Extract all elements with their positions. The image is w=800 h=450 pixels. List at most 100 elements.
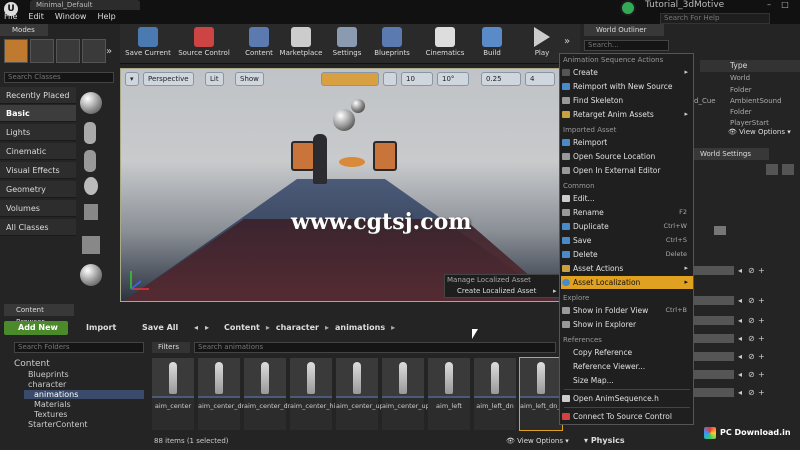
help-search-input[interactable]: Search For Help <box>660 13 770 24</box>
level-viewport[interactable]: ▾ Perspective Lit Show 10 10° 0.25 4 www… <box>120 68 560 302</box>
folder-animations[interactable]: animations <box>24 390 144 399</box>
menu-item-connect-source-control[interactable]: Connect To Source Control <box>561 410 693 423</box>
chair-left[interactable] <box>291 141 315 171</box>
property-row[interactable]: ◂ ⊘ + <box>694 370 800 381</box>
create-localized-asset-item[interactable]: Create Localized Asset <box>457 287 536 295</box>
source-control-status-icon[interactable] <box>620 0 636 16</box>
blueprints-button[interactable]: Blueprints <box>372 26 412 62</box>
category-recently-placed[interactable]: Recently Placed <box>0 87 76 104</box>
asset-tile[interactable]: aim_left <box>428 358 470 430</box>
asset-tile[interactable]: aim_center_dn <box>198 358 246 430</box>
pawn-icon[interactable] <box>84 122 96 144</box>
character-icon[interactable] <box>84 150 96 172</box>
landscape-mode-icon[interactable] <box>56 39 80 63</box>
world-outliner-tab[interactable]: World Outliner <box>584 24 664 36</box>
menu-item-retarget[interactable]: Retarget Anim Assets ▸ <box>561 108 693 121</box>
content-browser-tab[interactable]: Content Browser <box>4 304 74 326</box>
menu-item-open-header[interactable]: Open AnimSequence.h <box>561 392 693 405</box>
chrome-sphere-small[interactable] <box>351 99 365 113</box>
folder-character[interactable]: character <box>28 380 66 389</box>
asset-tile[interactable]: aim_left_dn <box>474 358 516 430</box>
sphere-icon[interactable] <box>80 92 102 114</box>
search-classes-input[interactable]: Search Classes <box>4 72 114 83</box>
category-cinematic[interactable]: Cinematic <box>0 143 76 160</box>
add-new-button[interactable]: Add New <box>4 321 68 335</box>
perspective-button[interactable]: Perspective <box>143 72 194 86</box>
asset-tile[interactable]: aim_center <box>152 358 194 430</box>
back-arrow-icon[interactable]: ◂ <box>194 323 198 332</box>
rotation-snap-button[interactable]: 10° <box>437 72 469 86</box>
grid-snap-button[interactable]: 10 <box>401 72 433 86</box>
light-icon[interactable] <box>84 177 98 195</box>
menu-edit[interactable]: Edit <box>28 12 44 24</box>
save-current-button[interactable]: Save Current <box>124 26 172 62</box>
search-folders-input[interactable]: Search Folders <box>14 342 144 353</box>
settings-eye-icon[interactable] <box>782 164 794 175</box>
menu-item-asset-actions[interactable]: Asset Actions ▸ <box>561 262 693 275</box>
category-geometry[interactable]: Geometry <box>0 181 76 198</box>
toolbar-more-icon[interactable]: » <box>564 36 570 47</box>
asset-tile[interactable]: aim_center_up_hips <box>382 358 446 430</box>
menu-item-size-map[interactable]: Size Map... <box>561 374 693 387</box>
folder-materials[interactable]: Materials <box>34 400 71 409</box>
menu-item-edit[interactable]: Edit... <box>561 192 693 205</box>
menu-item-find-skeleton[interactable]: Find Skeleton <box>561 94 693 107</box>
menu-file[interactable]: File <box>4 12 17 24</box>
camera-speed-button[interactable]: 4 <box>525 72 555 86</box>
character-model[interactable] <box>313 134 327 184</box>
filters-button[interactable]: Filters <box>152 342 190 353</box>
foliage-mode-icon[interactable] <box>82 39 106 63</box>
chair-right[interactable] <box>373 141 397 171</box>
search-assets-input[interactable]: Search animations <box>194 342 556 353</box>
menu-item-reference-viewer[interactable]: Reference Viewer... <box>561 360 693 373</box>
lit-button[interactable]: Lit <box>205 72 224 86</box>
menu-item-rename[interactable]: Rename F2 <box>561 206 693 219</box>
folder-textures[interactable]: Textures <box>34 410 67 419</box>
content-view-options[interactable]: 👁 View Options ▾ <box>506 437 569 445</box>
grid-view-icon[interactable] <box>766 164 778 175</box>
property-row[interactable]: ◂ ⊘ + <box>694 388 800 399</box>
save-all-button[interactable]: Save All <box>130 321 186 335</box>
table[interactable] <box>339 157 365 167</box>
menu-item-copy-reference[interactable]: Copy Reference <box>561 346 693 359</box>
asset-tile[interactable]: aim_center_hips <box>290 358 343 430</box>
scale-snap-button[interactable]: 0.25 <box>481 72 521 86</box>
paint-mode-icon[interactable] <box>30 39 54 63</box>
menu-item-duplicate[interactable]: Duplicate Ctrl+W <box>561 220 693 233</box>
menu-item-show-folder-view[interactable]: Show in Folder View Ctrl+B <box>561 304 693 317</box>
menu-item-delete[interactable]: Delete Delete <box>561 248 693 261</box>
folder-blueprints[interactable]: Blueprints <box>28 370 69 379</box>
maximize-icon[interactable]: □ <box>778 1 792 9</box>
asset-tile-selected[interactable]: aim_left_dn_hips <box>519 357 574 431</box>
forward-arrow-icon[interactable]: ▸ <box>205 323 209 332</box>
category-volumes[interactable]: Volumes <box>0 200 76 217</box>
menu-item-asset-localization[interactable]: Asset Localization ▸ <box>561 276 693 289</box>
folder-content[interactable]: Content <box>14 359 50 369</box>
category-visual-effects[interactable]: Visual Effects <box>0 162 76 179</box>
place-mode-icon[interactable] <box>4 39 28 63</box>
category-basic[interactable]: Basic <box>0 105 76 122</box>
world-settings-tab[interactable]: World Settings <box>694 148 769 160</box>
transform-tools[interactable] <box>321 72 379 86</box>
menu-window[interactable]: Window <box>55 12 87 24</box>
viewport-options-button[interactable]: ▾ <box>125 72 139 86</box>
category-lights[interactable]: Lights <box>0 124 76 141</box>
type-column-header[interactable]: Type <box>700 60 800 72</box>
outliner-view-options[interactable]: 👁 View Options ▾ <box>728 128 791 136</box>
menu-item-open-source-location[interactable]: Open Source Location <box>561 150 693 163</box>
outliner-row[interactable]: d_Cue <box>694 97 716 105</box>
outliner-search-input[interactable]: Search... <box>584 40 669 51</box>
breadcrumb-animations[interactable]: animations <box>335 323 385 332</box>
property-row[interactable]: ◂ ⊘ + <box>694 352 800 363</box>
build-button[interactable]: Build <box>476 26 508 62</box>
import-button[interactable]: Import <box>74 321 124 335</box>
menu-item-create[interactable]: Create ▸ <box>561 66 693 79</box>
menu-item-reimport-new-source[interactable]: Reimport with New Source <box>561 80 693 93</box>
menu-help[interactable]: Help <box>97 12 115 24</box>
category-all-classes[interactable]: All Classes <box>0 219 76 236</box>
show-button[interactable]: Show <box>235 72 264 86</box>
source-control-button[interactable]: Source Control <box>176 26 232 62</box>
property-row[interactable]: ◂ ⊘ + <box>694 296 800 307</box>
settings-button[interactable]: Settings <box>330 26 364 62</box>
trigger-icon[interactable] <box>84 204 98 220</box>
